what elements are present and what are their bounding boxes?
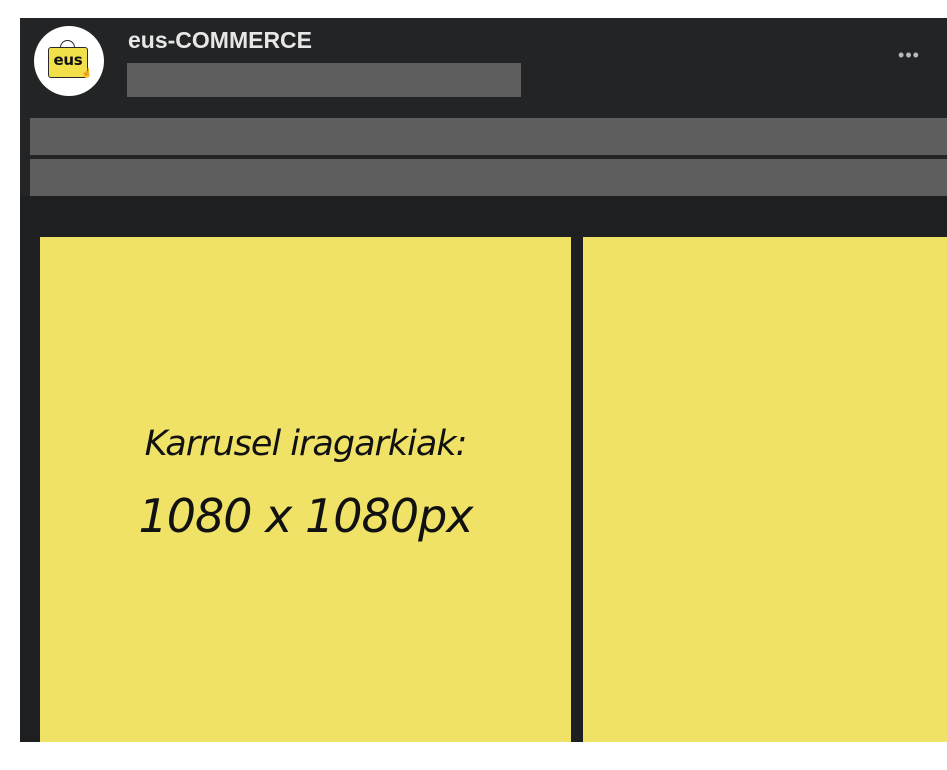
card-caption-line-1: Karrusel iragarkiak:: [144, 424, 468, 464]
cursor-icon: ☝: [81, 68, 93, 78]
carousel-card-2[interactable]: [583, 237, 947, 742]
carousel-card-1[interactable]: Karrusel iragarkiak: 1080 x 1080px: [40, 237, 571, 742]
page-name[interactable]: eus-COMMERCE: [128, 26, 312, 54]
card-caption-line-2: 1080 x 1080px: [138, 489, 473, 543]
redacted-caption-line-1: [30, 118, 947, 155]
ellipsis-horizontal-icon[interactable]: •••: [889, 41, 929, 69]
page-avatar[interactable]: eus ☝: [34, 26, 104, 96]
redacted-caption-line-2: [30, 159, 947, 196]
logo-text: eus: [53, 51, 83, 69]
redacted-subtitle: [127, 63, 521, 97]
ad-post: eus ☝ eus-COMMERCE ••• Karrusel iragarki…: [20, 18, 947, 742]
